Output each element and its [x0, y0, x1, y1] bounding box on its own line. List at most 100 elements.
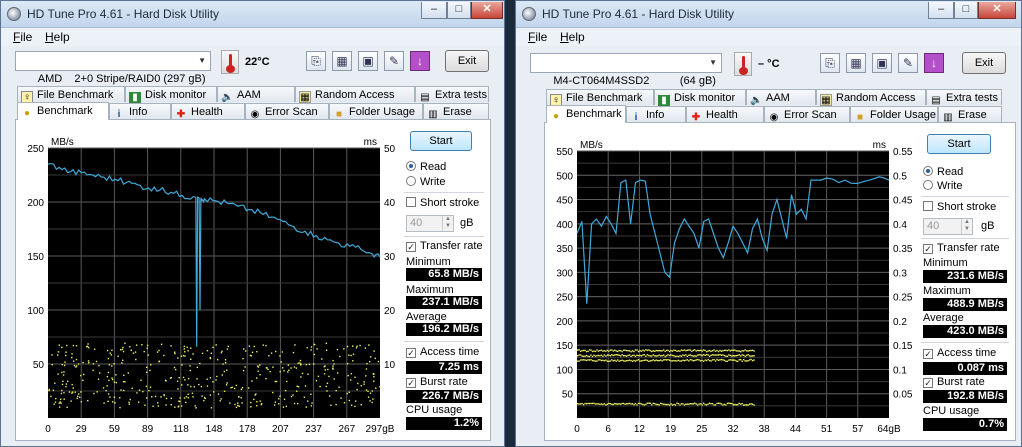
- tab-info[interactable]: i Info: [109, 103, 171, 120]
- access-time-point: [343, 348, 345, 350]
- title-bar[interactable]: HD Tune Pro 4.61 - Hard Disk Utility – □…: [516, 1, 1021, 28]
- access-time-checkbox[interactable]: ✓ Access time: [923, 347, 996, 359]
- tab-error-scan[interactable]: ◉ Error Scan: [245, 103, 329, 120]
- access-time-point: [192, 396, 194, 398]
- tab-disk-monitor[interactable]: ▮ Disk monitor: [125, 86, 217, 104]
- title-bar[interactable]: HD Tune Pro 4.61 - Hard Disk Utility – □…: [1, 1, 504, 28]
- tab-file-benchmark[interactable]: ♀ File Benchmark: [546, 89, 654, 106]
- access-time-point: [716, 402, 718, 405]
- drive-select[interactable]: AMD 2+0 Stripe/RAID0 (297 gB) ▼: [15, 51, 211, 85]
- tab-health[interactable]: ✚ Health: [686, 106, 764, 123]
- access-time-point: [346, 363, 349, 365]
- menu-file[interactable]: File: [13, 30, 32, 44]
- x-tick-label: 0: [45, 424, 51, 435]
- short-stroke-input[interactable]: 40 ▲ ▼: [406, 215, 454, 232]
- access-time-point: [633, 350, 635, 353]
- access-time-point: [327, 368, 329, 371]
- copy-text-icon[interactable]: ⎘: [306, 51, 326, 71]
- exit-button[interactable]: Exit: [962, 52, 1006, 74]
- tab-benchmark[interactable]: ● Benchmark: [546, 105, 626, 123]
- options-icon[interactable]: ✎: [384, 51, 404, 71]
- menu-help[interactable]: Help: [560, 30, 585, 44]
- access-time-point: [648, 402, 650, 404]
- short-stroke-input[interactable]: 40 ▲ ▼: [923, 218, 973, 235]
- chevron-down-icon: ▼: [709, 58, 717, 67]
- start-button[interactable]: Start: [410, 131, 472, 151]
- tab-erase[interactable]: ▥ Erase: [423, 103, 489, 120]
- tab-benchmark[interactable]: ● Benchmark: [17, 102, 109, 120]
- access-time-point: [75, 345, 78, 347]
- maximize-button[interactable]: □: [954, 2, 978, 19]
- tab-info[interactable]: i Info: [626, 106, 686, 123]
- copy-text-icon[interactable]: ⎘: [820, 53, 840, 73]
- access-time-point: [87, 343, 89, 345]
- burst-rate-checkbox[interactable]: ✓ Burst rate: [923, 376, 985, 388]
- tab-extra-tests[interactable]: ▤ Extra tests: [926, 89, 1002, 106]
- benchmark-chart: MB/s ms 50 100 150 200 250 300 350 400 450 500 550 0.…: [547, 125, 917, 438]
- tab-folder-usage[interactable]: ■ Folder Usage: [850, 106, 938, 123]
- access-time-point: [247, 387, 250, 389]
- read-radio[interactable]: Read: [923, 166, 963, 178]
- access-time-point: [275, 380, 278, 383]
- tab-aam[interactable]: 🔈 AAM: [746, 89, 816, 106]
- transfer-rate-checkbox[interactable]: ✓ Transfer rate: [923, 242, 1000, 254]
- maximize-button[interactable]: □: [447, 2, 471, 19]
- access-time-point: [590, 354, 592, 356]
- access-time-point: [695, 355, 697, 357]
- access-time-point: [627, 359, 629, 362]
- download-icon[interactable]: ↓: [410, 51, 430, 71]
- access-time-point: [135, 358, 137, 361]
- copy-screenshot-icon[interactable]: ▦: [846, 53, 866, 73]
- transfer-rate-checkbox[interactable]: ✓ Transfer rate: [406, 240, 483, 252]
- start-button[interactable]: Start: [927, 134, 991, 154]
- tab-erase[interactable]: ▥ Erase: [938, 106, 1002, 123]
- access-time-point: [637, 402, 640, 405]
- tab-health[interactable]: ✚ Health: [171, 103, 245, 120]
- read-radio[interactable]: Read: [406, 161, 446, 173]
- copy-screenshot-icon[interactable]: ▦: [332, 51, 352, 71]
- minimize-button[interactable]: –: [928, 2, 954, 19]
- access-time-point: [316, 348, 318, 350]
- access-time-point: [593, 354, 595, 356]
- write-radio[interactable]: Write: [923, 180, 962, 192]
- access-time-point: [173, 351, 176, 353]
- tab-file-benchmark[interactable]: ♀ File Benchmark: [17, 86, 125, 103]
- access-time-point: [375, 387, 377, 389]
- minimize-button[interactable]: –: [421, 2, 447, 19]
- tab-error-scan[interactable]: ◉ Error Scan: [764, 106, 850, 123]
- burst-rate-checkbox[interactable]: ✓ Burst rate: [406, 376, 468, 388]
- save-icon[interactable]: ▣: [358, 51, 378, 71]
- access-time-point: [131, 387, 133, 390]
- access-time-point: [602, 355, 604, 358]
- short-stroke-checkbox[interactable]: Short stroke: [406, 197, 479, 209]
- access-time-point: [52, 389, 55, 392]
- access-time-point: [103, 402, 105, 404]
- tab-folder-usage[interactable]: ■ Folder Usage: [329, 103, 423, 120]
- access-time-point: [250, 406, 252, 408]
- menu-help[interactable]: Help: [45, 30, 70, 44]
- short-stroke-checkbox[interactable]: Short stroke: [923, 201, 996, 213]
- tab-disk-monitor[interactable]: ▮ Disk monitor: [654, 89, 746, 107]
- download-icon[interactable]: ↓: [924, 53, 944, 73]
- access-time-value: 0.087 ms: [923, 362, 1007, 375]
- access-time-point: [744, 349, 746, 351]
- close-button[interactable]: ✕: [978, 2, 1016, 19]
- access-time-point: [600, 359, 603, 362]
- tab-extra-tests[interactable]: ▤ Extra tests: [415, 86, 489, 103]
- options-icon[interactable]: ✎: [898, 53, 918, 73]
- exit-button[interactable]: Exit: [445, 50, 489, 72]
- write-radio[interactable]: Write: [406, 176, 445, 188]
- access-time-point: [179, 397, 181, 399]
- tab-aam[interactable]: 🔈 AAM: [217, 86, 295, 103]
- y-tick-label: 100: [27, 306, 44, 317]
- tab-random-access[interactable]: ▦ Random Access: [816, 89, 926, 106]
- access-time-point: [708, 349, 711, 352]
- access-time-point: [708, 355, 711, 357]
- access-time-point: [662, 349, 665, 351]
- drive-select[interactable]: M4-CT064M4SSD2 (64 gB) ▼: [530, 53, 722, 87]
- access-time-checkbox[interactable]: ✓ Access time: [406, 346, 479, 358]
- close-button[interactable]: ✕: [471, 2, 503, 19]
- menu-file[interactable]: File: [528, 30, 547, 44]
- tab-random-access[interactable]: ▦ Random Access: [295, 86, 415, 103]
- save-icon[interactable]: ▣: [872, 53, 892, 73]
